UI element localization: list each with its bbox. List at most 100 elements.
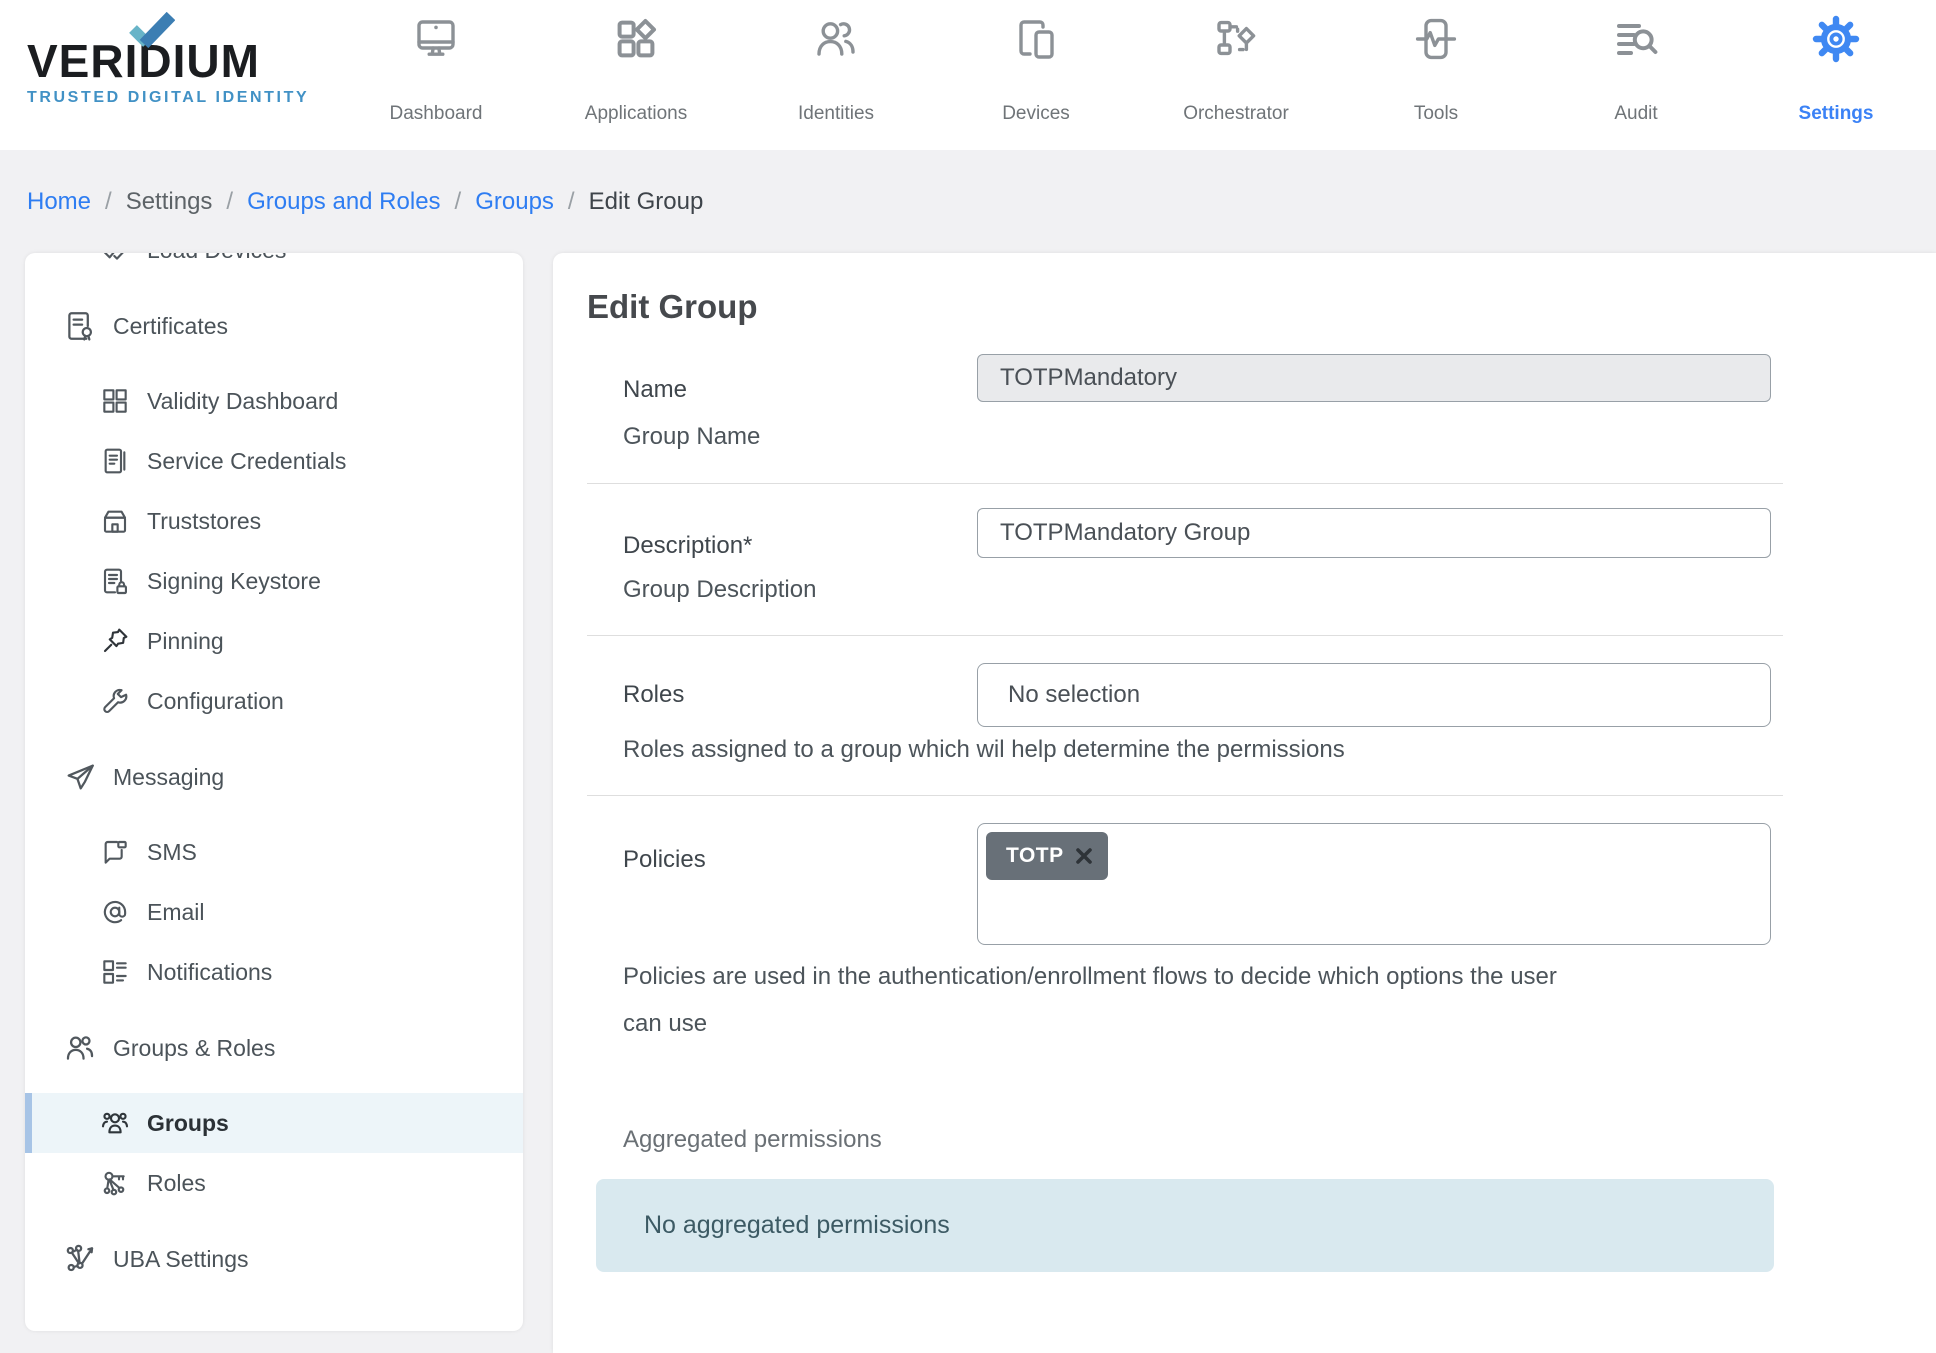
breadcrumb-home[interactable]: Home bbox=[27, 188, 91, 216]
nav-item-orchestrator[interactable]: Orchestrator bbox=[1136, 0, 1336, 150]
edit-group-panel: Edit Group Name Group Name Description* … bbox=[553, 253, 1936, 1353]
truststore-icon bbox=[99, 505, 131, 537]
breadcrumb-settings: Settings bbox=[126, 188, 213, 216]
remove-chip-icon[interactable] bbox=[1074, 846, 1094, 866]
nav-label: Audit bbox=[1614, 103, 1657, 125]
description-label: Description* bbox=[623, 531, 752, 561]
nav-item-dashboard[interactable]: Dashboard bbox=[336, 0, 536, 150]
nav-item-identities[interactable]: Identities bbox=[736, 0, 936, 150]
aggregated-permissions-label: Aggregated permissions bbox=[623, 1126, 882, 1154]
top-nav: VERIDIUM TRUSTED DIGITAL IDENTITY Dashbo… bbox=[0, 0, 1936, 150]
roles-label: Roles bbox=[623, 680, 684, 710]
flowchart-icon bbox=[1212, 15, 1260, 63]
sms-icon bbox=[99, 836, 131, 868]
groups-icon bbox=[99, 1107, 131, 1139]
nav-label: Applications bbox=[585, 103, 687, 125]
brand-checkmark-icon bbox=[127, 12, 175, 54]
sidebar-item-label: Roles bbox=[147, 1170, 206, 1197]
sidebar-item-label: UBA Settings bbox=[113, 1246, 249, 1273]
sidebar-item-label: Truststores bbox=[147, 508, 261, 535]
brand-logo: VERIDIUM TRUSTED DIGITAL IDENTITY bbox=[27, 36, 309, 107]
nav-item-audit[interactable]: Audit bbox=[1536, 0, 1736, 150]
nav-label: Dashboard bbox=[390, 103, 483, 125]
breadcrumb: Home / Settings / Groups and Roles / Gro… bbox=[0, 150, 1936, 253]
nav-label: Settings bbox=[1799, 103, 1874, 125]
grid-icon bbox=[99, 385, 131, 417]
roles-key-icon bbox=[99, 1167, 131, 1199]
nav-label: Identities bbox=[798, 103, 874, 125]
devices-icon bbox=[1012, 15, 1060, 63]
people-icon bbox=[812, 15, 860, 63]
roles-helper: Roles assigned to a group which wil help… bbox=[623, 735, 1345, 765]
breadcrumb-separator: / bbox=[226, 188, 233, 216]
policies-label: Policies bbox=[623, 845, 706, 875]
sidebar-item-label: Email bbox=[147, 899, 205, 926]
page-title: Edit Group bbox=[587, 288, 757, 326]
sidebar-item-uba-settings[interactable]: UBA Settings bbox=[25, 1229, 523, 1289]
breadcrumb-groups-and-roles[interactable]: Groups and Roles bbox=[247, 188, 440, 216]
policies-helper: Policies are used in the authentication/… bbox=[623, 953, 1557, 1047]
breadcrumb-separator: / bbox=[455, 188, 462, 216]
aggregated-permissions-empty-box: No aggregated permissions bbox=[596, 1179, 1774, 1272]
sidebar-item-pinning[interactable]: Pinning bbox=[25, 611, 523, 671]
sidebar-item-groups-and-roles[interactable]: Groups & Roles bbox=[25, 1018, 523, 1078]
sidebar-item-validity-dashboard[interactable]: Validity Dashboard bbox=[25, 371, 523, 431]
main-nav: Dashboard Applications Identities bbox=[336, 0, 1936, 150]
description-input[interactable] bbox=[977, 508, 1771, 558]
divider bbox=[587, 483, 1783, 484]
sidebar-item-label: Load Devices bbox=[147, 253, 286, 264]
sidebar-item-messaging[interactable]: Messaging bbox=[25, 747, 523, 807]
policy-chip-label: TOTP bbox=[1006, 844, 1064, 868]
monitor-icon bbox=[412, 15, 460, 63]
nav-item-devices[interactable]: Devices bbox=[936, 0, 1136, 150]
sidebar-item-label: Notifications bbox=[147, 959, 272, 986]
breadcrumb-separator: / bbox=[105, 188, 112, 216]
sidebar-item-signing-keystore[interactable]: Signing Keystore bbox=[25, 551, 523, 611]
sidebar-item-certificates[interactable]: Certificates bbox=[25, 296, 523, 356]
document-icon bbox=[99, 445, 131, 477]
roles-select-value: No selection bbox=[1008, 681, 1140, 709]
breadcrumb-groups[interactable]: Groups bbox=[475, 188, 554, 216]
nav-item-settings[interactable]: Settings bbox=[1736, 0, 1936, 150]
sidebar-item-truststores[interactable]: Truststores bbox=[25, 491, 523, 551]
nav-label: Tools bbox=[1414, 103, 1458, 125]
wrench-icon bbox=[99, 685, 131, 717]
divider bbox=[587, 635, 1783, 636]
at-sign-icon bbox=[99, 896, 131, 928]
sidebar-item-service-credentials[interactable]: Service Credentials bbox=[25, 431, 523, 491]
sidebar-item-groups[interactable]: Groups bbox=[25, 1093, 523, 1153]
double-check-icon bbox=[99, 253, 131, 266]
name-label: Name bbox=[623, 375, 687, 405]
list-icon bbox=[99, 956, 131, 988]
sidebar-item-notifications[interactable]: Notifications bbox=[25, 942, 523, 1002]
nav-item-tools[interactable]: Tools bbox=[1336, 0, 1536, 150]
sidebar-item-label: Configuration bbox=[147, 688, 284, 715]
sidebar-item-label: SMS bbox=[147, 839, 197, 866]
sidebar-item-label: Groups bbox=[147, 1110, 229, 1137]
gear-icon bbox=[1812, 15, 1860, 63]
breadcrumb-current: Edit Group bbox=[589, 188, 704, 216]
policy-chip[interactable]: TOTP bbox=[986, 832, 1108, 880]
certificate-icon bbox=[63, 309, 97, 343]
nav-label: Orchestrator bbox=[1183, 103, 1289, 125]
sidebar-item-label: Certificates bbox=[113, 313, 228, 340]
nav-item-applications[interactable]: Applications bbox=[536, 0, 736, 150]
sidebar-item-sms[interactable]: SMS bbox=[25, 822, 523, 882]
sidebar-item-configuration[interactable]: Configuration bbox=[25, 671, 523, 731]
sidebar-item-label: Service Credentials bbox=[147, 448, 346, 475]
sidebar-item-label: Signing Keystore bbox=[147, 568, 321, 595]
list-search-icon bbox=[1612, 15, 1660, 63]
sidebar-item-label: Messaging bbox=[113, 764, 224, 791]
sidebar-item-email[interactable]: Email bbox=[25, 882, 523, 942]
signing-keystore-icon bbox=[99, 565, 131, 597]
app-grid-icon bbox=[612, 15, 660, 63]
roles-select[interactable]: No selection bbox=[977, 663, 1771, 727]
name-input[interactable] bbox=[977, 354, 1771, 402]
brand-tagline: TRUSTED DIGITAL IDENTITY bbox=[27, 89, 309, 107]
paper-plane-icon bbox=[63, 760, 97, 794]
sidebar-item-load-devices[interactable]: Load Devices bbox=[25, 253, 523, 280]
aggregated-permissions-empty-text: No aggregated permissions bbox=[644, 1211, 950, 1240]
sidebar-item-roles[interactable]: Roles bbox=[25, 1153, 523, 1213]
groups-roles-icon bbox=[63, 1031, 97, 1065]
policies-select[interactable]: TOTP bbox=[977, 823, 1771, 945]
